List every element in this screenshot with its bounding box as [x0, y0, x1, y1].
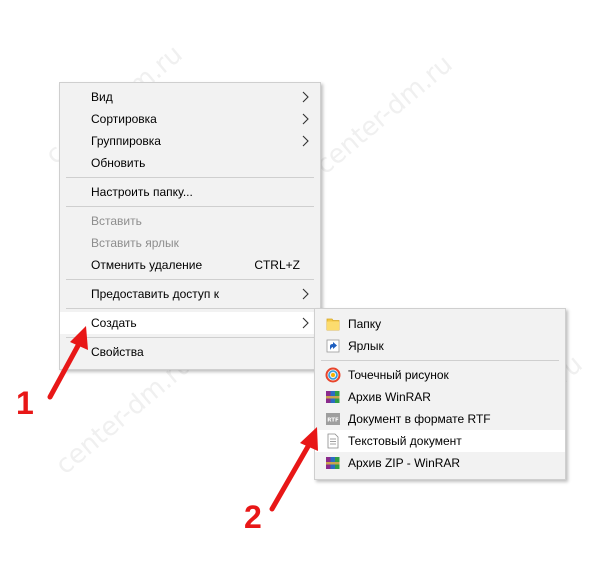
- submenu-item-label: Текстовый документ: [348, 434, 462, 448]
- annotation-arrow-2: [269, 427, 318, 512]
- menu-item-sort[interactable]: Сортировка: [60, 108, 320, 130]
- create-submenu: Папку Ярлык Точечный рисунок Архив WinRA…: [314, 308, 566, 480]
- chevron-right-icon: [302, 135, 309, 147]
- menu-item-label: Отменить удаление: [91, 258, 203, 272]
- submenu-item-label: Архив ZIP - WinRAR: [348, 456, 461, 470]
- submenu-item-shortcut[interactable]: Ярлык: [315, 335, 565, 357]
- menu-item-label: Вставить ярлык: [91, 236, 179, 250]
- shortcut-icon: [326, 339, 340, 353]
- menu-item-label: Предоставить доступ к: [91, 287, 219, 301]
- menu-separator: [321, 360, 559, 361]
- chevron-right-icon: [302, 288, 309, 300]
- submenu-item-text-document[interactable]: Текстовый документ: [315, 430, 565, 452]
- bitmap-icon: [325, 367, 341, 383]
- chevron-right-icon: [302, 113, 309, 125]
- submenu-item-winrar-archive[interactable]: Архив WinRAR: [315, 386, 565, 408]
- menu-separator: [66, 308, 314, 309]
- submenu-item-label: Документ в формате RTF: [348, 412, 491, 426]
- annotation-arrow-1: [47, 326, 88, 400]
- submenu-item-zip-archive[interactable]: Архив ZIP - WinRAR: [315, 452, 565, 474]
- menu-item-paste: Вставить: [60, 210, 320, 232]
- annotation-number-1: 1: [16, 385, 34, 421]
- menu-item-label: Настроить папку...: [91, 185, 193, 199]
- menu-item-refresh[interactable]: Обновить: [60, 152, 320, 174]
- menu-separator: [66, 206, 314, 207]
- submenu-item-rtf-document[interactable]: RTF Документ в формате RTF: [315, 408, 565, 430]
- submenu-item-folder[interactable]: Папку: [315, 313, 565, 335]
- folder-icon: [326, 318, 340, 331]
- menu-item-view[interactable]: Вид: [60, 86, 320, 108]
- menu-item-label: Вставить: [91, 214, 142, 228]
- menu-item-undo-delete[interactable]: Отменить удаление CTRL+Z: [60, 254, 320, 276]
- menu-item-group[interactable]: Группировка: [60, 130, 320, 152]
- menu-item-label: Вид: [91, 90, 113, 104]
- winrar-icon: [326, 391, 340, 403]
- menu-item-label: Группировка: [91, 134, 161, 148]
- menu-separator: [66, 279, 314, 280]
- chevron-right-icon: [302, 317, 309, 329]
- chevron-right-icon: [302, 91, 309, 103]
- menu-separator: [66, 337, 314, 338]
- watermark: center-dm.ru: [310, 49, 459, 181]
- menu-item-shortcut: CTRL+Z: [254, 258, 300, 272]
- annotation-number-2: 2: [244, 499, 262, 535]
- rtf-badge: RTF: [327, 418, 339, 424]
- menu-separator: [66, 177, 314, 178]
- menu-item-paste-shortcut: Вставить ярлык: [60, 232, 320, 254]
- menu-item-label: Сортировка: [91, 112, 157, 126]
- submenu-item-label: Папку: [348, 317, 382, 331]
- submenu-item-label: Архив WinRAR: [348, 390, 431, 404]
- submenu-item-bitmap[interactable]: Точечный рисунок: [315, 364, 565, 386]
- menu-item-give-access[interactable]: Предоставить доступ к: [60, 283, 320, 305]
- menu-item-label: Обновить: [91, 156, 146, 170]
- submenu-item-label: Ярлык: [348, 339, 384, 353]
- menu-item-customize-folder[interactable]: Настроить папку...: [60, 181, 320, 203]
- submenu-item-label: Точечный рисунок: [348, 368, 449, 382]
